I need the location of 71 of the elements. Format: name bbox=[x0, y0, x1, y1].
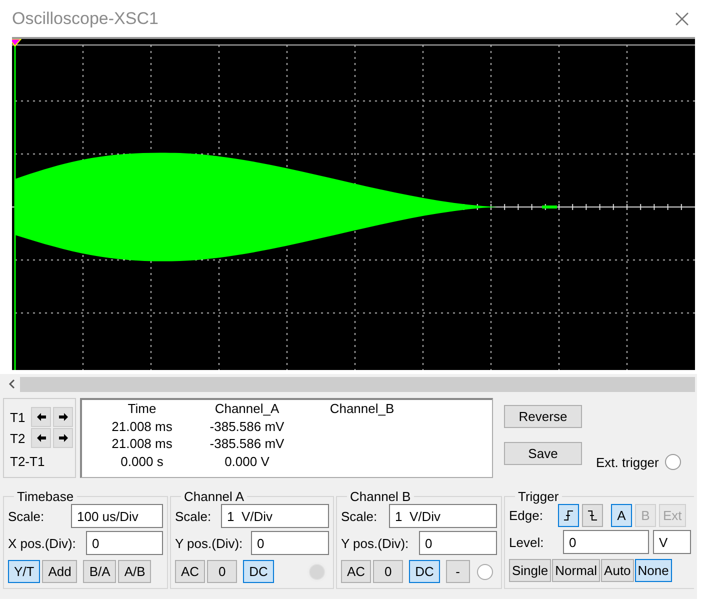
input-field[interactable]: 0 bbox=[251, 531, 329, 555]
input-field[interactable]: 100 us/Div bbox=[71, 504, 163, 528]
field-label: Edge: bbox=[509, 508, 544, 523]
cursor-line[interactable] bbox=[14, 45, 16, 370]
toggle-button[interactable]: B/A bbox=[83, 560, 116, 583]
cursor-label: T2-T1 bbox=[10, 454, 46, 469]
toggle-button[interactable]: DC bbox=[409, 560, 440, 583]
toggle-button[interactable]: Single bbox=[509, 559, 552, 582]
input-field[interactable]: 0 bbox=[86, 531, 163, 555]
toggle-button[interactable]: 0 bbox=[373, 560, 404, 583]
cursor-label: T1 bbox=[10, 410, 26, 424]
toggle-button[interactable]: AC bbox=[175, 560, 206, 583]
input-field[interactable]: 1 V/Div bbox=[221, 504, 329, 528]
left-arrow-icon bbox=[36, 412, 46, 422]
toggle-button[interactable]: Add bbox=[42, 560, 78, 583]
toggle-button[interactable]: DC bbox=[243, 560, 274, 583]
arrow-button[interactable] bbox=[53, 428, 73, 448]
arrow-button[interactable] bbox=[31, 407, 51, 427]
field-label: Level: bbox=[509, 534, 545, 550]
field-label: Y pos.(Div): bbox=[341, 536, 409, 550]
edge-button[interactable] bbox=[558, 504, 579, 527]
action-button[interactable]: Save bbox=[504, 442, 582, 465]
rising-edge-icon bbox=[563, 510, 574, 521]
action-button[interactable]: Reverse bbox=[504, 405, 582, 428]
falling-edge-icon bbox=[587, 510, 598, 521]
toggle-button[interactable]: Auto bbox=[601, 559, 634, 582]
column-header: Channel_B bbox=[330, 401, 394, 418]
column-header: Time bbox=[128, 401, 156, 418]
input-field[interactable]: 1 V/Div bbox=[389, 504, 497, 528]
scrollbar-thumb[interactable] bbox=[20, 376, 695, 392]
input-field[interactable]: 0 bbox=[563, 530, 649, 554]
table-cell-text: 21.008 ms bbox=[112, 436, 172, 453]
close-icon[interactable] bbox=[675, 12, 689, 26]
left-arrow-icon bbox=[36, 433, 46, 443]
table-cell-text: -385.586 mV bbox=[210, 436, 284, 453]
arrow-button[interactable] bbox=[31, 428, 51, 448]
ext-trigger-label: Ext. trigger bbox=[596, 454, 659, 470]
column-header: Channel_A bbox=[214, 401, 280, 418]
radio-button[interactable] bbox=[477, 564, 493, 580]
right-arrow-icon bbox=[58, 412, 68, 422]
input-field[interactable]: 0 bbox=[419, 531, 497, 555]
cursor-label: T2 bbox=[10, 430, 26, 446]
field-label: Scale: bbox=[341, 508, 378, 524]
field-label: Scale: bbox=[175, 508, 212, 524]
toggle-button[interactable]: A bbox=[611, 504, 632, 527]
arrow-button[interactable] bbox=[53, 407, 73, 427]
radio-button[interactable] bbox=[664, 454, 681, 470]
table-cell-text: 0.000 V bbox=[224, 454, 270, 470]
group-title: Trigger bbox=[517, 489, 560, 504]
group-title: Channel B bbox=[349, 489, 412, 504]
group-title: Timebase bbox=[16, 489, 75, 504]
toggle-button[interactable]: Y/T bbox=[8, 560, 40, 583]
unit-field[interactable]: V bbox=[653, 530, 691, 554]
field-label: Y pos.(Div): bbox=[175, 536, 243, 550]
right-arrow-icon bbox=[58, 433, 68, 443]
table-cell-text: 21.008 ms bbox=[112, 418, 172, 436]
table-cell-text: 0.000 s bbox=[120, 454, 164, 470]
scroll-left-icon[interactable] bbox=[8, 379, 16, 389]
table-cell-text: -385.586 mV bbox=[210, 418, 284, 436]
toggle-button[interactable]: Normal bbox=[552, 559, 600, 582]
edge-button[interactable] bbox=[582, 504, 603, 527]
group-title: Channel A bbox=[183, 489, 245, 504]
toggle-button[interactable]: AC bbox=[341, 560, 372, 583]
cursor-handle-icon[interactable] bbox=[12, 39, 22, 47]
toggle-button[interactable]: None bbox=[634, 559, 672, 582]
toggle-button[interactable]: 0 bbox=[207, 560, 238, 583]
field-label: Scale: bbox=[8, 508, 44, 524]
field-label: X pos.(Div): bbox=[8, 536, 76, 550]
toggle-button[interactable]: - bbox=[446, 560, 470, 583]
toggle-button[interactable]: A/B bbox=[118, 560, 152, 583]
window-title: Oscilloscope-XSC1 bbox=[12, 8, 158, 28]
